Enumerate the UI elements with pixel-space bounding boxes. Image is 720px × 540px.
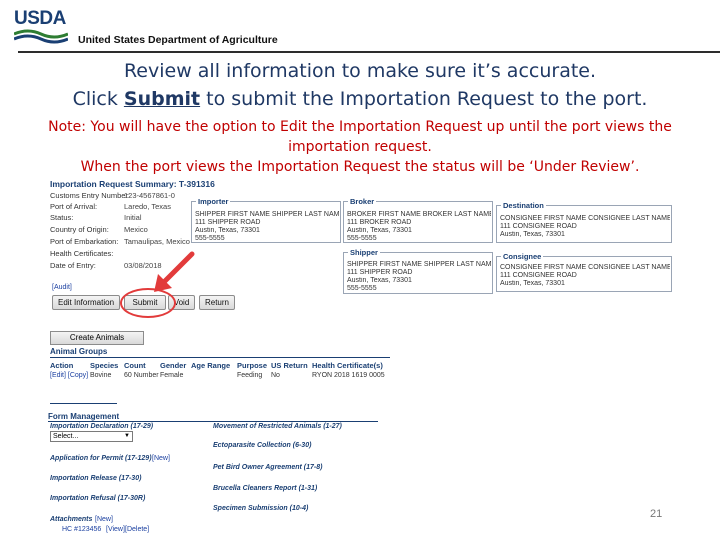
ectoparasite-label: Ectoparasite Collection (6-30) [213, 442, 312, 449]
instruction-line-2: Click Submit to submit the Importation R… [0, 88, 720, 110]
col-age-range: Age Range [191, 361, 231, 370]
row-purpose: Feeding [237, 372, 263, 379]
movement-restricted-label: Movement of Restricted Animals (1-27) [213, 423, 342, 430]
summary-label-health-certs: Health Certificates: [50, 249, 114, 258]
col-species: Species [90, 361, 119, 370]
animal-groups-divider [50, 357, 390, 358]
importer-name: SHIPPER FIRST NAME SHIPPER LAST NAME [195, 211, 339, 218]
create-animals-button[interactable]: Create Animals [50, 331, 144, 345]
consignee-fieldset: Consignee CONSIGNEE FIRST NAME CONSIGNEE… [496, 252, 672, 292]
return-button[interactable]: Return [199, 295, 235, 310]
consignee-address: 111 CONSIGNEE ROAD [500, 272, 577, 279]
usda-logo-waves-icon [14, 29, 68, 44]
animal-groups-title: Animal Groups [50, 347, 108, 356]
consignee-city: Austin, Texas, 73301 [500, 280, 565, 287]
importer-city: Austin, Texas, 73301 [195, 227, 260, 234]
summary-label-embarkation: Port of Embarkation: [50, 237, 119, 246]
note-line-2: When the port views the Importation Requ… [80, 159, 640, 175]
shipper-phone: 555-5555 [347, 285, 377, 292]
importation-refusal-label: Importation Refusal (17-30R) [50, 495, 146, 502]
row-health-cert: RYON 2018 1619 0005 [312, 372, 385, 379]
destination-city: Austin, Texas, 73301 [500, 231, 565, 238]
destination-address: 111 CONSIGNEE ROAD [500, 223, 577, 230]
destination-name: CONSIGNEE FIRST NAME CONSIGNEE LAST NAME [500, 215, 670, 222]
instruction-line-2-pre: Click [72, 88, 124, 110]
attachment-delete-link[interactable]: [Delete] [125, 526, 149, 533]
row-gender: Female [160, 372, 184, 379]
form-management-title: Form Management [48, 412, 120, 421]
attachments-new-link[interactable]: [New] [95, 516, 113, 523]
application-permit-new-link[interactable]: [New] [152, 455, 170, 462]
shipper-address: 111 SHIPPER ROAD [347, 269, 413, 276]
summary-label-date-entry: Date of Entry: [50, 261, 96, 270]
col-us-return: US Return [271, 361, 308, 370]
summary-label-customs: Customs Entry Number: [50, 191, 131, 200]
summary-value-customs: 123-4567861-0 [124, 191, 175, 200]
col-health-cert: Health Certificate(s) [312, 361, 383, 370]
slide-page-number: 21 [650, 508, 663, 520]
consignee-name: CONSIGNEE FIRST NAME CONSIGNEE LAST NAME [500, 264, 670, 271]
shipper-city: Austin, Texas, 73301 [347, 277, 412, 284]
application-permit-label: Application for Permit (17-129) [50, 455, 152, 462]
attachment-view-link[interactable]: [View] [106, 526, 125, 533]
shipper-fieldset: Shipper SHIPPER FIRST NAME SHIPPER LAST … [343, 248, 493, 294]
pointer-arrow-icon [154, 251, 195, 292]
shipper-legend: Shipper [348, 248, 380, 257]
chevron-down-icon: ▼ [124, 433, 130, 439]
importer-legend: Importer [196, 197, 231, 206]
attachment-file-name: HC #123456 [62, 526, 102, 533]
specimen-label: Specimen Submission (10-4) [213, 505, 309, 512]
summary-label-country: Country of Origin: [50, 225, 109, 234]
importer-address: 111 SHIPPER ROAD [195, 219, 261, 226]
destination-legend: Destination [501, 201, 546, 210]
shipper-name: SHIPPER FIRST NAME SHIPPER LAST NAME [347, 261, 491, 268]
summary-title: Importation Request Summary: T-391316 [50, 179, 215, 189]
col-action: Action [50, 361, 74, 370]
instruction-line-1: Review all information to make sure it’s… [123, 60, 597, 82]
note-line-1: Note: You will have the option to Edit t… [0, 117, 720, 157]
consignee-legend: Consignee [501, 252, 544, 261]
pet-bird-label: Pet Bird Owner Agreement (17-8) [213, 464, 323, 471]
row-us-return: No [271, 372, 280, 379]
row-species: Bovine [90, 372, 112, 379]
broker-legend: Broker [348, 197, 377, 206]
broker-phone: 555-5555 [347, 235, 377, 242]
audit-link[interactable]: [Audit] [52, 284, 72, 291]
broker-name: BROKER FIRST NAME BROKER LAST NAME [347, 211, 491, 218]
header-divider [18, 51, 720, 53]
form-management-top-rule [50, 403, 117, 404]
col-gender: Gender [160, 361, 187, 370]
summary-label-status: Status: [50, 213, 74, 222]
department-name: United States Department of Agriculture [78, 34, 278, 46]
broker-city: Austin, Texas, 73301 [347, 227, 412, 234]
summary-value-status: Initial [124, 213, 142, 222]
select-value: Select... [53, 433, 79, 440]
instruction-line-2-post: to submit the Importation Request to the… [200, 88, 648, 110]
summary-value-port-arrival: Laredo, Texas [124, 202, 171, 211]
broker-fieldset: Broker BROKER FIRST NAME BROKER LAST NAM… [343, 197, 493, 243]
importation-declaration-select[interactable]: Select... ▼ [50, 431, 133, 442]
brucella-label: Brucella Cleaners Report (1-31) [213, 485, 318, 492]
importation-declaration-label: Importation Declaration (17-29) [50, 423, 154, 430]
note-line-1b: importation request. [288, 139, 432, 155]
col-count: Count [124, 361, 146, 370]
destination-fieldset: Destination CONSIGNEE FIRST NAME CONSIGN… [496, 201, 672, 243]
summary-value-embarkation: Tamaulipas, Mexico [124, 237, 190, 246]
usda-logo-text: USDA [14, 8, 66, 29]
col-purpose: Purpose [237, 361, 268, 370]
importer-phone: 555-5555 [195, 235, 225, 242]
importation-release-label: Importation Release (17-30) [50, 475, 142, 482]
edit-information-button[interactable]: Edit Information [52, 295, 120, 310]
instruction-submit-word: Submit [123, 88, 201, 110]
importer-fieldset: Importer SHIPPER FIRST NAME SHIPPER LAST… [191, 197, 341, 243]
row-action-links[interactable]: [Edit] [Copy] [50, 372, 88, 379]
broker-address: 111 BROKER ROAD [347, 219, 412, 226]
summary-label-port-arrival: Port of Arrival: [50, 202, 98, 211]
note-line-1a: Note: You will have the option to Edit t… [48, 119, 672, 135]
row-count: 60 Number [124, 372, 159, 379]
summary-value-country: Mexico [124, 225, 148, 234]
attachments-label: Attachments [50, 516, 93, 523]
form-management-divider [48, 421, 378, 422]
